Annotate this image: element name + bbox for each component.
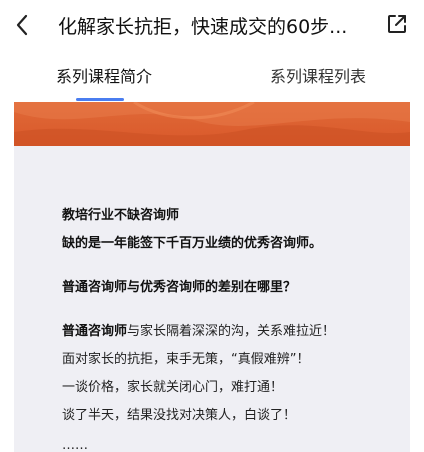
chevron-left-icon <box>15 14 29 40</box>
article-text: 教培行业不缺咨询师 <box>62 208 180 223</box>
article-text: …… <box>62 438 88 452</box>
article-text: 谈了半天，结果没找对决策人，白谈了！ <box>62 408 297 423</box>
tab-series-list[interactable]: 系列课程列表 <box>270 64 366 90</box>
article-text-rest: 与家长隔着深深的沟，关系难拉近！ <box>127 324 336 339</box>
course-banner-image <box>14 102 410 146</box>
share-external-icon <box>386 13 408 39</box>
article-text: 缺的是一年能签下千百万业绩的优秀咨询师。 <box>62 236 323 251</box>
tab-bar: 系列课程简介 系列课程列表 <box>0 56 424 100</box>
article-text: 面对家长的抗拒，束手无策，“真假难辨”！ <box>62 352 310 367</box>
article-heading: 普通咨询师与优秀咨询师的差别在哪里？ <box>62 280 297 295</box>
article-emphasis: 普通咨询师 <box>62 324 128 339</box>
active-tab-indicator <box>76 98 124 101</box>
back-button[interactable] <box>8 10 36 44</box>
article-text: 普通咨询师与家长隔着深深的沟，关系难拉近！ <box>62 322 335 342</box>
course-description: 教培行业不缺咨询师 缺的是一年能签下千百万业绩的优秀咨询师。 普通咨询师与优秀咨… <box>14 102 410 452</box>
article-text: 一谈价格，家长就关闭心门，难打通！ <box>62 380 284 395</box>
tab-series-intro[interactable]: 系列课程简介 <box>56 64 152 90</box>
top-nav-bar: 化解家长抗拒，快速成交的60步... <box>0 0 424 56</box>
share-button[interactable] <box>384 13 410 39</box>
page-title: 化解家长抗拒，快速成交的60步... <box>58 16 348 38</box>
